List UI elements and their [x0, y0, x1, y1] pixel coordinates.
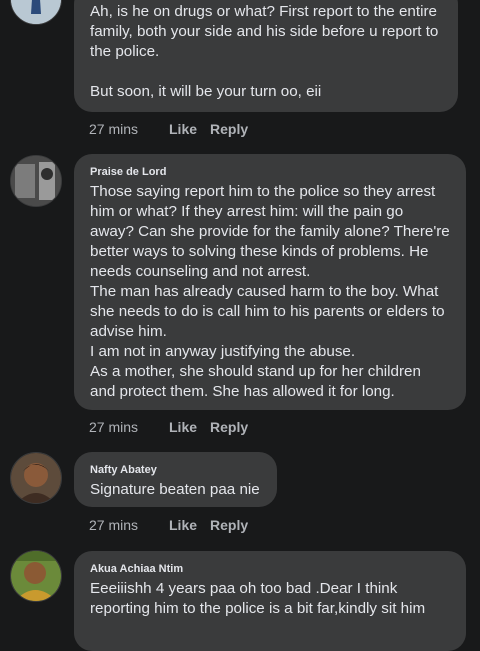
commenter-avatar[interactable] [10, 155, 62, 207]
comment-author[interactable]: Akua Achiaa Ntim [90, 563, 450, 575]
like-button[interactable]: Like [169, 419, 210, 435]
comment-author[interactable]: Nafty Abatey [90, 464, 261, 476]
comment-bubble: Ah, is he on drugs or what? First report… [74, 0, 458, 112]
reply-button[interactable]: Reply [210, 517, 248, 533]
commenter-avatar[interactable] [10, 0, 62, 25]
comment-actions: 27 mins Like Reply [89, 517, 248, 533]
comment-actions: 27 mins Like Reply [89, 121, 248, 137]
commenter-avatar[interactable] [10, 452, 62, 504]
comment-bubble: Akua Achiaa Ntim Eeeiiishh 4 years paa o… [74, 551, 466, 651]
comment-actions: 27 mins Like Reply [89, 419, 248, 435]
like-button[interactable]: Like [169, 517, 210, 533]
comment-bubble: Nafty Abatey Signature beaten paa nie [74, 452, 277, 507]
comment-bubble: Praise de Lord Those saying report him t… [74, 154, 466, 410]
comment-text: Ah, is he on drugs or what? First report… [90, 3, 439, 100]
comment-author[interactable]: Praise de Lord [90, 166, 450, 178]
comment-text: Eeeiiishh 4 years paa oh too bad .Dear I… [90, 580, 426, 617]
comment-text: Signature beaten paa nie [90, 481, 260, 498]
reply-button[interactable]: Reply [210, 121, 248, 137]
like-button[interactable]: Like [169, 121, 210, 137]
comment-timestamp: 27 mins [89, 121, 139, 137]
reply-button[interactable]: Reply [210, 419, 248, 435]
commenter-avatar[interactable] [10, 550, 62, 602]
comment-text: Those saying report him to the police so… [90, 183, 450, 400]
comment-timestamp: 27 mins [89, 517, 139, 533]
comment-timestamp: 27 mins [89, 419, 139, 435]
